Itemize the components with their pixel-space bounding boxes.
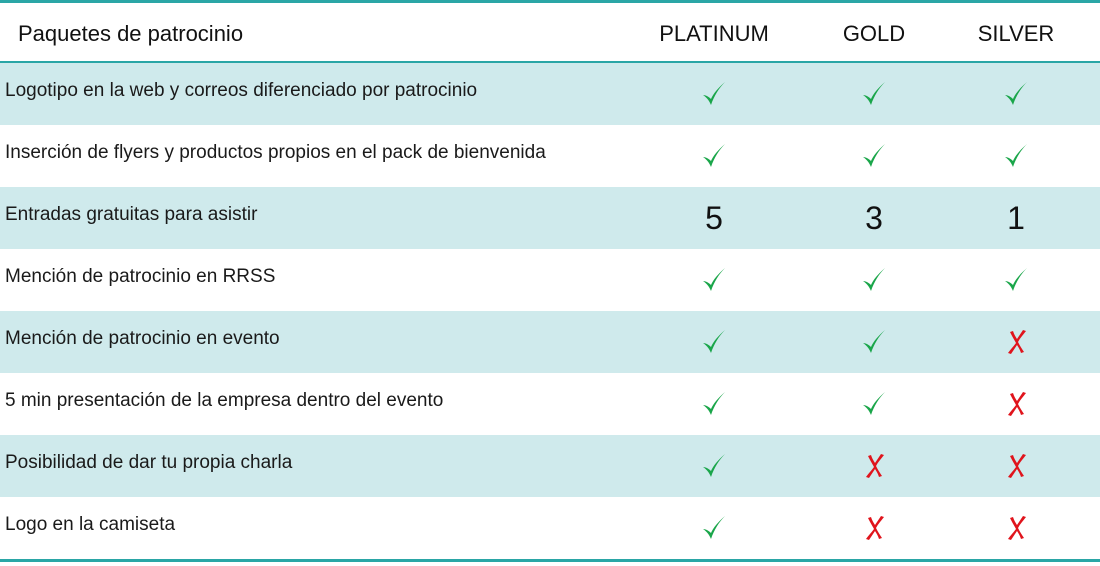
table-row: Logo en la camiseta xyxy=(0,497,1100,559)
cross-icon xyxy=(834,435,914,497)
cross-icon xyxy=(976,373,1056,435)
row-label: Mención de patrocinio en RRSS xyxy=(5,266,276,287)
cell-number: 3 xyxy=(865,200,883,236)
bottom-rule xyxy=(0,559,1100,562)
table-row: 5 min presentación de la empresa dentro … xyxy=(0,373,1100,435)
check-icon xyxy=(674,435,754,497)
table-header: Paquetes de patrocinio PLATINUM GOLD SIL… xyxy=(0,3,1100,61)
check-icon xyxy=(834,63,914,125)
check-icon xyxy=(674,497,754,559)
column-gold: GOLD xyxy=(842,21,906,46)
table-row: Inserción de flyers y productos propios … xyxy=(0,125,1100,187)
cell-silver-value: 1 xyxy=(976,187,1056,249)
row-label: Entradas gratuitas para asistir xyxy=(5,204,258,225)
check-icon xyxy=(834,249,914,311)
cell-gold-value: 3 xyxy=(834,187,914,249)
column-silver: SILVER xyxy=(977,21,1055,46)
table-row: Entradas gratuitas para asistir 5 3 1 xyxy=(0,187,1100,249)
row-label: Posibilidad de dar tu propia charla xyxy=(5,452,293,473)
cross-icon xyxy=(976,497,1056,559)
row-label: Logo en la camiseta xyxy=(5,514,176,535)
cell-number: 5 xyxy=(705,200,723,236)
cell-platinum-value: 5 xyxy=(674,187,754,249)
table-title: Paquetes de patrocinio xyxy=(18,21,244,46)
row-label: Mención de patrocinio en evento xyxy=(5,328,280,349)
check-icon xyxy=(674,63,754,125)
table-row: Mención de patrocinio en RRSS xyxy=(0,249,1100,311)
table-row: Posibilidad de dar tu propia charla xyxy=(0,435,1100,497)
check-icon xyxy=(834,373,914,435)
row-label: Inserción de flyers y productos propios … xyxy=(5,142,546,163)
table-row: Mención de patrocinio en evento xyxy=(0,311,1100,373)
check-icon xyxy=(976,125,1056,187)
check-icon xyxy=(834,311,914,373)
check-icon xyxy=(674,125,754,187)
check-icon xyxy=(976,249,1056,311)
cross-icon xyxy=(976,435,1056,497)
sponsorship-table: Paquetes de patrocinio PLATINUM GOLD SIL… xyxy=(0,0,1100,566)
cross-icon xyxy=(834,497,914,559)
cross-icon xyxy=(976,311,1056,373)
table-body: Logotipo en la web y correos diferenciad… xyxy=(0,63,1100,559)
table-row: Logotipo en la web y correos diferenciad… xyxy=(0,63,1100,125)
column-platinum: PLATINUM xyxy=(659,21,769,46)
check-icon xyxy=(674,249,754,311)
check-icon xyxy=(674,311,754,373)
check-icon xyxy=(674,373,754,435)
check-icon xyxy=(834,125,914,187)
row-label: 5 min presentación de la empresa dentro … xyxy=(5,390,444,411)
row-label: Logotipo en la web y correos diferenciad… xyxy=(5,80,478,101)
check-icon xyxy=(976,63,1056,125)
cell-number: 1 xyxy=(1007,200,1025,236)
